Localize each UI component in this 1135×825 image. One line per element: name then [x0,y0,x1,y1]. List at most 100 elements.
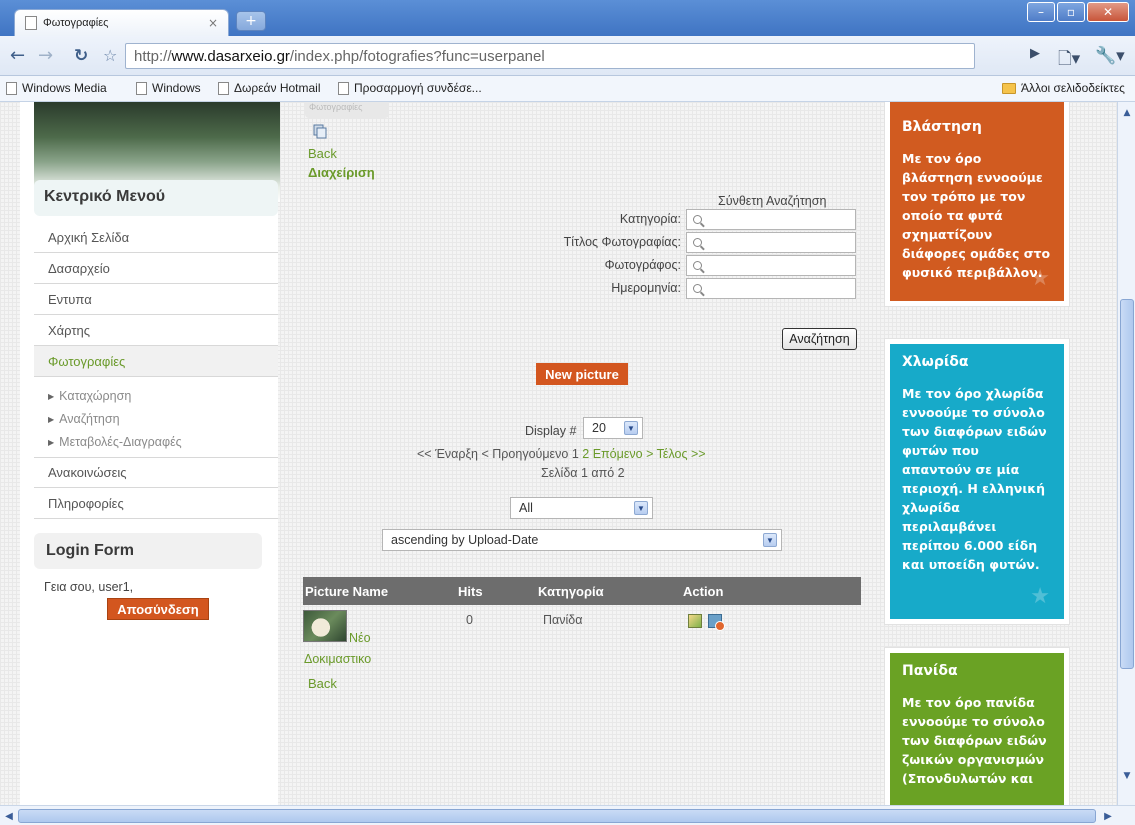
bookmark-label: Windows Media [22,81,107,95]
picture-category: Πανίδα [543,613,583,627]
sidebar-subitem-entry[interactable]: ▶ Καταχώρηση [48,385,131,407]
picture-hits: 0 [466,613,473,627]
info-box-text: Με τον όρο πανίδα εννοούμε το σύνολο των… [902,695,1047,786]
category-filter-select[interactable]: All ▼ [510,497,653,519]
page-menu-icon[interactable]: ▶ [1030,46,1040,61]
pager-page-2[interactable]: 2 [582,447,589,461]
subitem-label: Αναζήτηση [59,412,120,426]
bullet-arrow-icon: ▶ [48,437,55,447]
picture-thumbnail[interactable] [303,610,347,642]
other-bookmarks[interactable]: Άλλοι σελιδοδείκτες [1002,81,1125,95]
sidebar-subitem-edit-delete[interactable]: ▶ Μεταβολές-Διαγραφές [48,431,182,453]
new-picture-button[interactable]: New picture [536,363,628,385]
star-icon: ★ [1030,266,1050,291]
sidebar-item-maps[interactable]: Χάρτης [34,315,278,346]
photo-title-input[interactable] [686,232,856,253]
photo-title-label: Τίτλος Φωτογραφίας: [563,235,681,249]
close-window-button[interactable]: ✕ [1087,2,1129,22]
minimize-button[interactable]: – [1027,2,1055,22]
browser-tab[interactable]: Φωτογραφίες × [14,9,229,36]
info-box-title: Βλάστηση [902,119,982,135]
wrench-icon[interactable]: 🔧▾ [1095,46,1125,66]
bookmark-label: Προσαρμογή συνδέσε... [354,81,482,95]
vertical-scroll-thumb[interactable] [1120,299,1134,669]
sidebar-subitem-search[interactable]: ▶ Αναζήτηση [48,408,120,430]
back-link-bottom[interactable]: Back [308,676,337,691]
new-tab-button[interactable]: + [236,11,266,31]
forward-arrow-icon[interactable]: → [38,46,53,66]
pictures-table-header: Picture Name Hits Κατηγορία Action [303,577,861,605]
back-link[interactable]: Back [308,146,337,161]
date-search-row: Ημερομηνία: [380,278,856,300]
filter-value: All [519,501,533,515]
bookmark-hotmail[interactable]: Δωρεάν Hotmail [218,81,321,95]
tab-close-icon[interactable]: × [208,16,218,30]
display-count-label: Display # [525,424,577,438]
horizontal-scrollbar[interactable]: ◀ ▶ [0,805,1135,825]
page-icon [218,81,229,95]
bullet-arrow-icon: ▶ [48,414,55,424]
search-icon [693,238,702,247]
copy-icon[interactable] [313,124,327,139]
info-box-title: Πανίδα [902,663,958,679]
scroll-down-icon[interactable]: ▼ [1120,769,1134,783]
sidebar-item-announcements[interactable]: Ανακοινώσεις [34,457,278,488]
col-hits: Hits [458,584,483,599]
sort-value: ascending by Upload-Date [391,533,539,547]
logout-button[interactable]: Αποσύνδεση [107,598,209,620]
search-button[interactable]: Αναζήτηση [782,328,857,350]
pager-prev: < Προηγούμενο [481,447,569,461]
url-prefix: http:// [134,47,172,65]
horizontal-scroll-thumb[interactable] [18,809,1096,823]
browser-toolbar: ← → ↻ ☆ http://www.dasarxeio.gr/index.ph… [0,36,1135,76]
document-icon[interactable]: 🗋▾ [1058,46,1080,75]
bookmark-star-icon[interactable]: ☆ [103,46,117,66]
info-box-flora: Χλωρίδα Με τον όρο χλωρίδα εννοούμε το σ… [885,339,1069,624]
bookmark-label: Δωρεάν Hotmail [234,81,321,95]
date-input[interactable] [686,278,856,299]
category-label: Κατηγορία: [619,212,681,226]
maximize-button[interactable]: ▫ [1057,2,1085,22]
sidebar-item-photos[interactable]: Φωτογραφίες [34,346,278,377]
title-search-row: Τίτλος Φωτογραφίας: [380,232,856,254]
edit-icon[interactable] [688,614,702,628]
subitem-label: Μεταβολές-Διαγραφές [59,435,182,449]
category-input[interactable] [686,209,856,230]
sidebar-item-information[interactable]: Πληροφορίες [34,488,278,519]
sort-order-select[interactable]: ascending by Upload-Date ▼ [382,529,782,551]
bookmark-customize[interactable]: Προσαρμογή συνδέσε... [338,81,482,95]
reload-icon[interactable]: ↻ [74,46,88,66]
display-count-value: 20 [592,421,606,435]
bookmark-label: Windows [152,81,201,95]
tab-title: Φωτογραφίες [43,17,109,29]
scroll-right-icon[interactable]: ▶ [1101,809,1115,823]
bookmark-windows-media[interactable]: Windows Media [6,81,107,95]
photographer-input[interactable] [686,255,856,276]
display-count-select[interactable]: 20 ▼ [583,417,643,439]
scroll-up-icon[interactable]: ▲ [1120,106,1134,120]
back-arrow-icon[interactable]: ← [10,46,25,66]
scroll-left-icon[interactable]: ◀ [2,809,16,823]
picture-name-link[interactable]: Νέο [349,631,371,645]
pager-end[interactable]: Τέλος >> [657,447,706,461]
manage-link[interactable]: Διαχείριση [308,165,375,180]
vertical-scrollbar[interactable]: ▲ ▼ [1117,102,1135,805]
pager-next[interactable]: Επόμενο > [593,447,654,461]
bookmark-windows[interactable]: Windows [136,81,201,95]
advanced-search-label: Σύνθετη Αναζήτηση [718,194,827,208]
picture-name-link-2[interactable]: Δοκιμαστικο [304,652,371,666]
info-box-title: Χλωρίδα [902,354,969,370]
chevron-down-icon: ▼ [634,501,648,515]
delete-icon[interactable] [708,614,725,631]
address-bar[interactable]: http://www.dasarxeio.gr/index.php/fotogr… [125,43,975,69]
sidebar-item-forestry-office[interactable]: Δασαρχείο [34,253,278,284]
star-icon: ★ [1030,584,1050,609]
page-icon [338,81,349,95]
url-domain: www.dasarxeio.gr [171,47,290,65]
page-info: Σελίδα 1 από 2 [541,466,625,480]
page-viewport: Κεντρικό Μενού Αρχική Σελίδα Δασαρχείο Ε… [0,102,1135,805]
sidebar-item-home[interactable]: Αρχική Σελίδα [34,222,278,253]
sidebar-item-forms[interactable]: Εντυπα [34,284,278,315]
photographer-label: Φωτογράφος: [604,258,681,272]
greeting-text: Γεια σου, user1, [44,580,134,594]
